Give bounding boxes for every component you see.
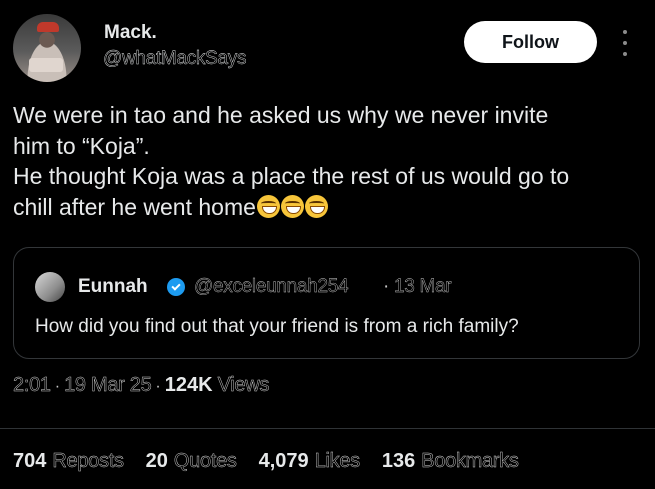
quotes-count: 20: [145, 450, 168, 472]
quoted-date: 13 Mar: [394, 276, 452, 297]
quoted-text: How did you find out that your friend is…: [35, 316, 519, 337]
views-count: 124K: [164, 374, 213, 396]
views-label: Views: [217, 374, 270, 396]
author-name[interactable]: Mack.: [104, 22, 157, 44]
quoted-author-handle: @exceleunnah254: [194, 276, 349, 297]
bookmarks-count: 136: [381, 450, 416, 472]
reposts-label: Reposts: [52, 450, 124, 472]
tweet-text: We were in tao and he asked us why we ne…: [13, 100, 643, 222]
likes-stat[interactable]: 4,079 Likes: [258, 450, 361, 473]
follow-button[interactable]: Follow: [464, 21, 597, 63]
quotes-stat[interactable]: 20 Quotes: [146, 450, 237, 473]
divider: [0, 428, 655, 429]
laughing-emoji-icon: [256, 194, 280, 218]
tweet-date[interactable]: 19 Mar 25: [64, 374, 152, 397]
quotes-label: Quotes: [173, 450, 237, 472]
quoted-tweet[interactable]: Eunnah @exceleunnah254 · 13 Mar How did …: [13, 247, 640, 359]
meta-separator: ·: [54, 378, 61, 395]
quoted-author-name: Eunnah: [78, 276, 148, 297]
tweet-line: He thought Koja was a place the rest of …: [13, 163, 570, 189]
meta-separator: ·: [155, 378, 161, 395]
laughing-emoji-icon: [304, 194, 328, 218]
engagement-stats: 704 Reposts 20 Quotes 4,079 Likes 136 Bo…: [13, 450, 541, 473]
bookmarks-label: Bookmarks: [421, 450, 519, 472]
tweet-line-text: chill after he went home: [13, 193, 256, 220]
bookmarks-stat[interactable]: 136 Bookmarks: [382, 450, 519, 473]
tweet-meta: 2:01 · 19 Mar 25 · 124K Views: [13, 374, 270, 397]
tweet-time[interactable]: 2:01: [13, 374, 51, 397]
reposts-stat[interactable]: 704 Reposts: [13, 450, 124, 473]
author-avatar[interactable]: [13, 14, 81, 82]
quoted-separator: ·: [383, 276, 390, 297]
laughing-emoji-icon: [280, 194, 304, 218]
tweet-line: chill after he went home: [13, 192, 643, 223]
reposts-count: 704: [13, 450, 47, 472]
quoted-author-avatar: [35, 272, 65, 302]
tweet-line: We were in tao and he asked us why we ne…: [13, 102, 549, 128]
avatar-shirt: [29, 58, 63, 72]
likes-label: Likes: [314, 450, 360, 472]
author-handle[interactable]: @whatMackSays: [103, 48, 247, 70]
avatar-cap: [37, 22, 59, 32]
verified-badge-icon: [167, 278, 185, 296]
tweet-line: him to “Koja”.: [13, 132, 150, 159]
likes-count: 4,079: [258, 450, 309, 472]
more-options-icon[interactable]: [618, 30, 632, 56]
